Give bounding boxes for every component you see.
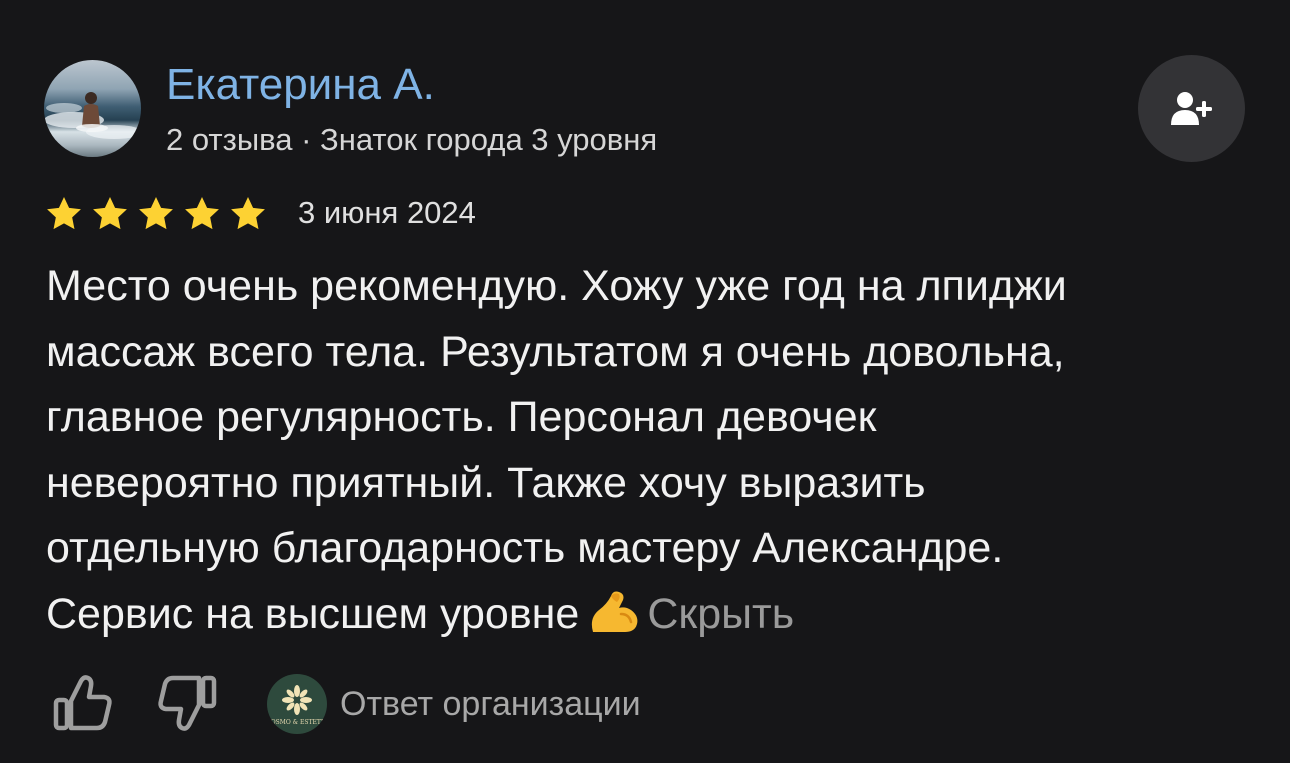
hide-link[interactable]: Скрыть xyxy=(647,590,794,638)
author-meta: 2 отзыва · Знаток города 3 уровня xyxy=(166,122,658,157)
like-button[interactable] xyxy=(50,670,116,736)
review-line: отдельную благодарность мастеру Александ… xyxy=(46,524,1004,573)
flexed-biceps-icon xyxy=(592,591,638,632)
review-line: невероятно приятный. Также хочу выразить xyxy=(46,458,926,507)
star-icon xyxy=(139,197,173,230)
organization-logo[interactable]: OSMO & ESTETI xyxy=(267,674,327,734)
star-icon xyxy=(185,197,219,230)
dislike-button[interactable] xyxy=(154,670,220,736)
add-user-icon xyxy=(1170,91,1212,125)
review-line: Место очень рекомендую. Хожу уже год на … xyxy=(46,262,1067,310)
star-icon xyxy=(47,197,81,230)
subscribe-button[interactable] xyxy=(1138,55,1245,162)
thumbs-up-icon xyxy=(53,675,112,731)
review-card: Екатерина А. 2 отзыва · Знаток города 3 … xyxy=(0,0,1290,763)
review-line: Сервис на высшем уровне xyxy=(46,589,580,638)
review-line: главное регулярность. Персонал девочек xyxy=(46,393,877,442)
author-name[interactable]: Екатерина А. xyxy=(166,58,435,112)
thumbs-down-icon xyxy=(158,675,217,731)
review-line: массаж всего тела. Результатом я очень д… xyxy=(46,327,1065,376)
review-last-line: Сервис на высшем уровне Скрыть xyxy=(46,582,1256,648)
rating-stars xyxy=(44,194,268,234)
organization-reply-link[interactable]: Ответ организации xyxy=(340,682,641,726)
organization-logo-text: OSMO & ESTETI xyxy=(271,719,324,726)
author-avatar[interactable] xyxy=(44,60,141,157)
star-icon xyxy=(93,197,127,230)
star-icon xyxy=(231,197,265,230)
avatar-photo xyxy=(44,92,141,139)
organization-logo-icon: OSMO & ESTETI xyxy=(271,685,324,726)
review-date: 3 июня 2024 xyxy=(298,195,476,230)
review-text: Место очень рекомендую. Хожу уже год на … xyxy=(46,254,1256,648)
